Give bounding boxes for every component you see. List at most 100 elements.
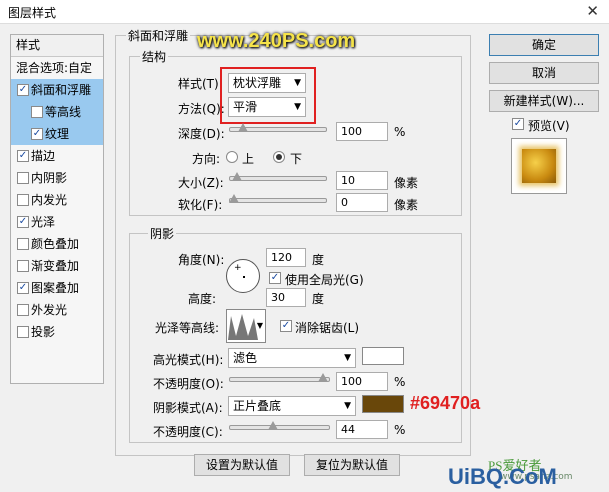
angle-indicator [243,276,245,278]
depth-label: 深度(D): [178,127,225,141]
sidebar-item-checkbox[interactable] [17,326,29,338]
sidebar-item-checkbox[interactable] [17,194,29,206]
highlight-opacity-slider[interactable] [229,373,330,382]
sidebar-item-label: 光泽 [31,215,56,229]
gloss-contour-picker[interactable]: ▼ [226,309,266,343]
sidebar-item[interactable]: 纹理 [11,123,103,145]
highlight-mode-value: 滤色 [233,351,258,365]
sidebar-item[interactable]: 斜面和浮雕 [11,79,103,101]
altitude-input[interactable]: 30 [266,288,306,307]
altitude-unit: 度 [312,292,325,306]
sidebar-item-checkbox[interactable] [31,106,43,118]
direction-up-radio[interactable] [226,151,238,163]
shadow-mode-select[interactable]: 正片叠底 ▼ [228,396,356,416]
size-slider[interactable] [229,172,327,181]
chevron-down-icon: ▼ [256,321,263,330]
close-icon[interactable]: ✕ [586,2,599,20]
depth-input[interactable]: 100 [336,122,388,141]
sidebar-item-checkbox[interactable] [17,238,29,250]
watermark-brand: UiBQ.CoM [448,464,557,489]
sidebar-item[interactable]: 颜色叠加 [11,233,103,255]
shadow-opacity-input[interactable]: 44 [336,420,388,439]
bevel-title: 斜面和浮雕 [126,27,191,44]
highlight-opacity-input[interactable]: 100 [336,372,388,391]
soften-slider[interactable] [229,194,327,203]
sidebar-item[interactable]: 描边 [11,145,103,167]
preview-swatch [522,149,556,183]
sidebar-item-label: 投影 [31,325,56,339]
shadow-opacity-label: 不透明度(C): [153,425,223,439]
angle-dial[interactable]: + [226,259,260,293]
soften-label: 软化(F): [178,198,223,212]
antialias-checkbox[interactable] [280,320,292,332]
gloss-contour-label: 光泽等高线: [155,321,220,335]
cancel-button[interactable]: 取消 [489,62,599,84]
new-style-button[interactable]: 新建样式(W)... [489,90,599,112]
shadow-mode-value: 正片叠底 [233,399,282,413]
contour-curve-icon [228,314,258,340]
make-default-button[interactable]: 设置为默认值 [194,454,290,476]
angle-unit: 度 [312,253,325,267]
chevron-down-icon: ▼ [344,401,351,411]
sidebar-item-checkbox[interactable] [17,150,29,162]
soften-thumb[interactable] [229,194,239,203]
depth-slider[interactable] [229,123,327,132]
sidebar-item[interactable]: 投影 [11,321,103,343]
sidebar-item-checkbox[interactable] [17,260,29,272]
sidebar-item-checkbox[interactable] [17,84,29,96]
sidebar-item[interactable]: 图案叠加 [11,277,103,299]
depth-thumb[interactable] [237,123,248,132]
sidebar-item-label: 渐变叠加 [31,259,80,273]
highlight-opacity-unit: % [394,375,406,389]
preview-label: 预览(V) [528,119,570,133]
size-label: 大小(Z): [178,176,224,190]
highlight-opacity-thumb[interactable] [318,373,328,382]
sidebar-item[interactable]: 渐变叠加 [11,255,103,277]
sidebar-item[interactable]: 外发光 [11,299,103,321]
sidebar-item-checkbox[interactable] [17,282,29,294]
size-input[interactable]: 10 [336,171,388,190]
size-thumb[interactable] [232,172,243,181]
sidebar-item-label: 内发光 [31,193,68,207]
sidebar-item-label: 等高线 [45,105,82,119]
structure-title: 结构 [140,48,169,65]
sidebar-item-label: 图案叠加 [31,281,80,295]
sidebar-item[interactable]: 内发光 [11,189,103,211]
sidebar-item-checkbox[interactable] [17,304,29,316]
sidebar-item-checkbox[interactable] [31,128,43,140]
sidebar-item[interactable]: 内阴影 [11,167,103,189]
preview-checkbox[interactable] [512,118,524,130]
highlight-color-swatch[interactable] [362,347,404,365]
angle-input[interactable]: 120 [266,248,306,267]
style-label: 样式(T): [178,77,223,91]
shadow-color-swatch[interactable] [362,395,404,413]
shadow-color-annotation: #69470a [410,393,481,413]
highlight-mode-label: 高光模式(H): [153,353,224,367]
reset-default-button[interactable]: 复位为默认值 [304,454,400,476]
size-unit: 像素 [394,176,419,190]
global-light-checkbox[interactable] [269,272,281,284]
shadow-opacity-unit: % [394,423,406,437]
sidebar-item[interactable]: 等高线 [11,101,103,123]
sidebar-item-label: 颜色叠加 [31,237,80,251]
sidebar-item[interactable]: 混合选项:自定 [11,57,103,79]
sidebar-item[interactable]: 光泽 [11,211,103,233]
sidebar-item-label: 外发光 [31,303,68,317]
angle-label: 角度(N): [178,253,225,267]
ok-button[interactable]: 确定 [489,34,599,56]
altitude-label: 高度: [188,292,217,306]
highlight-opacity-label: 不透明度(O): [153,377,224,391]
shadow-mode-label: 阴影模式(A): [153,401,223,415]
sidebar-item-checkbox[interactable] [17,172,29,184]
technique-label: 方法(Q): [178,102,225,116]
sidebar-item-checkbox[interactable] [17,216,29,228]
shading-title: 阴影 [148,225,177,242]
shadow-opacity-thumb[interactable] [268,421,279,430]
light-crosshair-icon: + [234,263,242,273]
shadow-opacity-slider[interactable] [229,421,330,430]
soften-input[interactable]: 0 [336,193,388,212]
direction-down-radio[interactable] [273,151,285,163]
highlight-mode-select[interactable]: 滤色 ▼ [228,348,356,368]
soften-unit: 像素 [394,198,419,212]
direction-label: 方向: [192,152,221,166]
